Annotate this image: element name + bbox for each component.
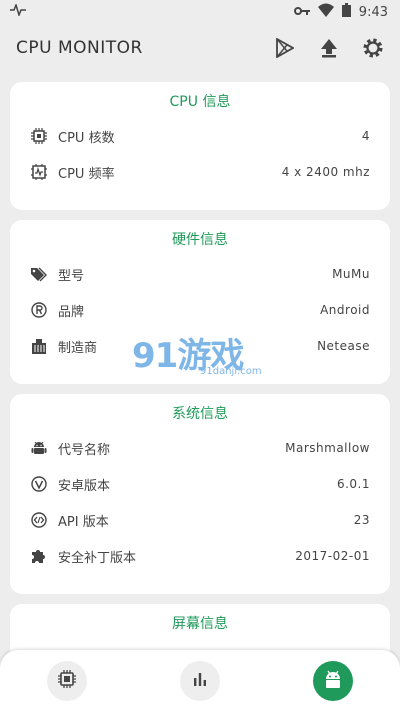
info-row: 安卓版本 6.0.1 (10, 466, 390, 502)
version-icon (30, 475, 48, 493)
info-row: 品牌 Android (10, 292, 390, 328)
tag-icon (30, 265, 48, 283)
cpu-info-card: CPU 信息 CPU 核数 4 CPU 频率 4 x 2400 mhz (10, 82, 390, 210)
cpu-frequency-icon (30, 163, 48, 181)
bar-chart-icon (192, 671, 208, 691)
card-title: CPU 信息 (169, 94, 231, 110)
row-label: CPU 核数 (58, 130, 115, 146)
row-label: CPU 频率 (58, 166, 115, 182)
nav-tab-system[interactable] (313, 660, 354, 701)
app-bar: CPU MONITOR (0, 24, 400, 72)
api-code-icon (30, 511, 48, 529)
status-bar: 9:43 (0, 0, 400, 24)
cpu-chip-icon (30, 127, 48, 145)
info-row: 安全补丁版本 2017-02-01 (10, 538, 390, 574)
play-store-icon[interactable] (274, 37, 296, 59)
row-value: 6.0.1 (336, 477, 370, 491)
card-title: 屏幕信息 (172, 616, 228, 632)
info-row: CPU 频率 4 x 2400 mhz (10, 154, 390, 190)
android-icon (30, 439, 48, 457)
row-label: API 版本 (58, 514, 109, 530)
info-row: 制造商 Netease (10, 328, 390, 364)
info-row: 代号名称 Marshmallow (10, 430, 390, 466)
cpu-tab-icon (57, 669, 77, 693)
hardware-info-card: 硬件信息 型号 MuMu 品牌 Android 制造商 Netease (10, 220, 390, 384)
info-row: API 版本 23 (10, 502, 390, 538)
info-row: CPU 核数 4 (10, 118, 390, 154)
row-value: Marshmallow (285, 441, 370, 455)
android-tab-icon (322, 669, 344, 693)
row-value: Netease (317, 339, 370, 353)
puzzle-icon (30, 547, 48, 565)
upload-icon[interactable] (318, 37, 340, 59)
row-label: 品牌 (58, 304, 85, 320)
row-label: 代号名称 (58, 442, 111, 458)
row-value: 23 (353, 513, 370, 527)
row-value: Android (320, 303, 370, 317)
card-title: 硬件信息 (172, 232, 228, 248)
info-row: 型号 MuMu (10, 256, 390, 292)
row-label: 安全补丁版本 (58, 550, 137, 566)
row-value: 4 (361, 129, 370, 143)
registered-icon (30, 301, 48, 319)
row-label: 型号 (58, 268, 85, 284)
activity-icon (10, 2, 26, 20)
row-value: 2017-02-01 (295, 549, 370, 563)
app-actions (274, 37, 384, 59)
key-icon (293, 5, 310, 20)
nav-tab-cpu[interactable] (46, 660, 87, 701)
app-title: CPU MONITOR (16, 38, 143, 58)
row-label: 制造商 (58, 340, 98, 356)
row-label: 安卓版本 (58, 478, 111, 494)
card-title: 系统信息 (172, 406, 228, 422)
settings-icon[interactable] (362, 37, 384, 59)
battery-icon (341, 3, 351, 21)
status-time: 9:43 (358, 4, 388, 20)
bottom-nav (0, 650, 400, 711)
system-info-card: 系统信息 代号名称 Marshmallow 安卓版本 6.0.1 API 版本 … (10, 394, 390, 594)
row-value: 4 x 2400 mhz (281, 165, 370, 179)
nav-tab-stats[interactable] (179, 660, 220, 701)
building-icon (30, 337, 48, 355)
wifi-icon (317, 3, 334, 21)
row-value: MuMu (332, 267, 370, 281)
